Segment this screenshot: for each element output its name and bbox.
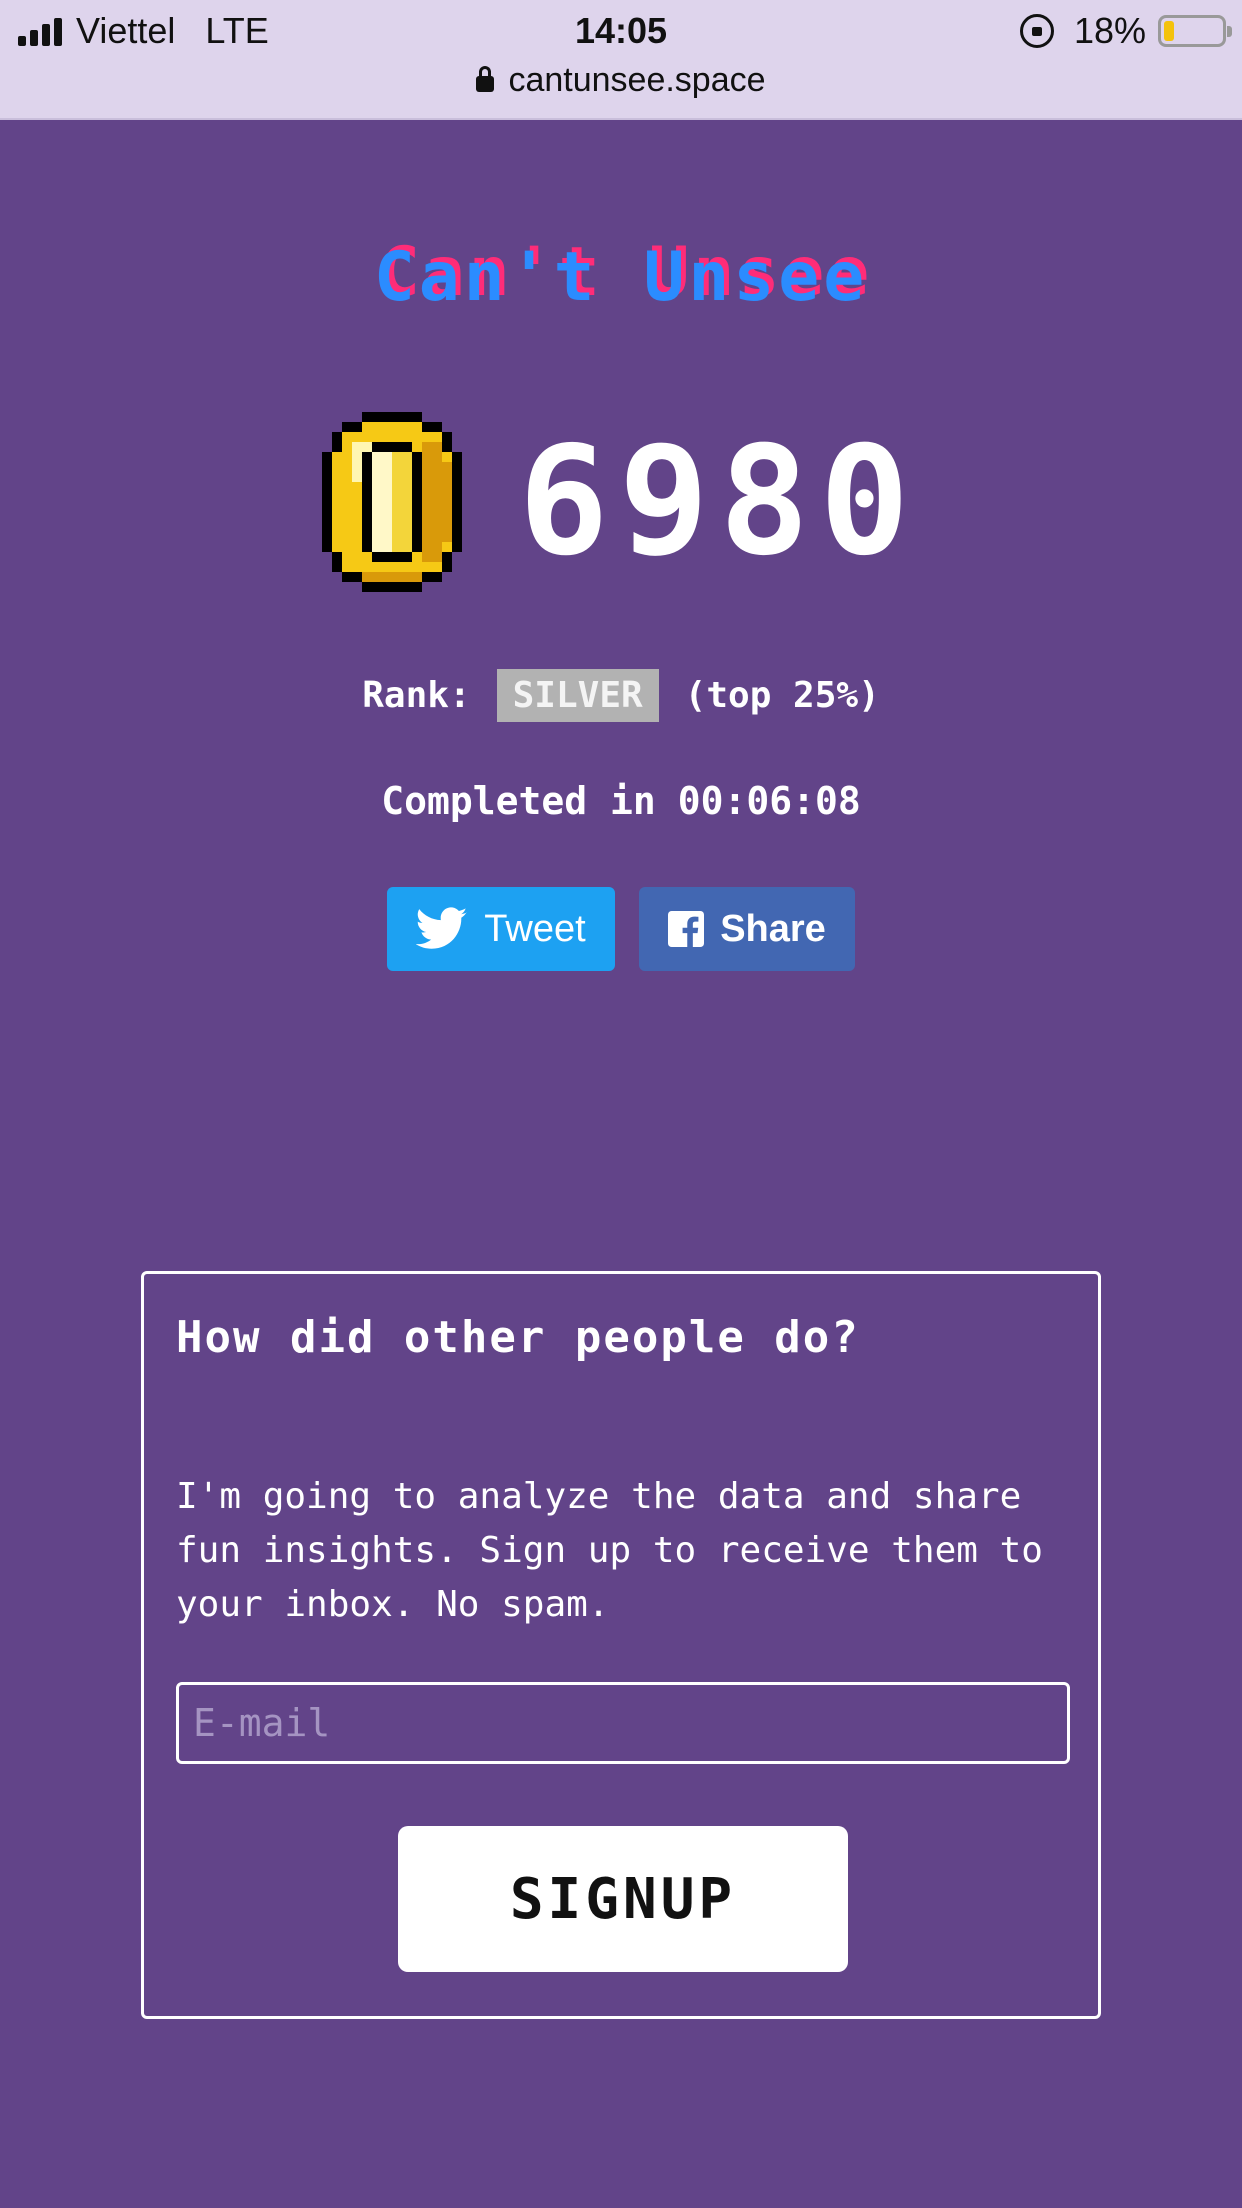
tweet-button[interactable]: Tweet (387, 887, 615, 971)
padlock-icon (476, 66, 495, 92)
completion-time-row: Completed in 00:06:08 (0, 776, 1242, 826)
rank-detail: (top 25%) (684, 674, 880, 716)
facebook-icon (668, 911, 705, 947)
tweet-label: Tweet (484, 907, 586, 950)
score-value: 6980 (518, 415, 920, 589)
rotation-lock-icon (1019, 14, 1054, 48)
signup-button[interactable]: SIGNUP (398, 1826, 848, 1972)
pixel-coin-icon (322, 412, 463, 592)
rank-label: Rank: (362, 674, 471, 716)
status-right: 18% (1019, 8, 1232, 54)
signup-card: How did other people do? I'm going to an… (141, 1271, 1101, 2019)
battery-icon (1158, 15, 1232, 47)
email-field[interactable] (176, 1682, 1070, 1764)
rank-badge: SILVER (496, 668, 659, 722)
address-url[interactable]: cantunsee.space (508, 61, 765, 100)
score-row: 6980 (0, 402, 1242, 602)
completed-time: 00:06:08 (677, 779, 861, 823)
facebook-share-button[interactable]: Share (639, 887, 855, 971)
twitter-bird-icon (416, 907, 468, 949)
battery-level (1164, 21, 1174, 41)
address-bar[interactable]: cantunsee.space (0, 56, 1242, 104)
signup-heading: How did other people do? (176, 1312, 860, 1363)
battery-percent: 18% (1073, 10, 1146, 51)
share-label: Share (720, 907, 826, 950)
signup-description: I'm going to analyze the data and share … (176, 1476, 1043, 1625)
rank-row: Rank: SILVER (top 25%) (0, 664, 1242, 726)
completed-label: Completed in (381, 779, 656, 823)
share-buttons: Tweet Share (0, 887, 1242, 971)
game-title: Can't Unsee (373, 238, 869, 317)
browser-top-bar: Viettel LTE 14:05 18% cantunsee.space (0, 0, 1242, 120)
